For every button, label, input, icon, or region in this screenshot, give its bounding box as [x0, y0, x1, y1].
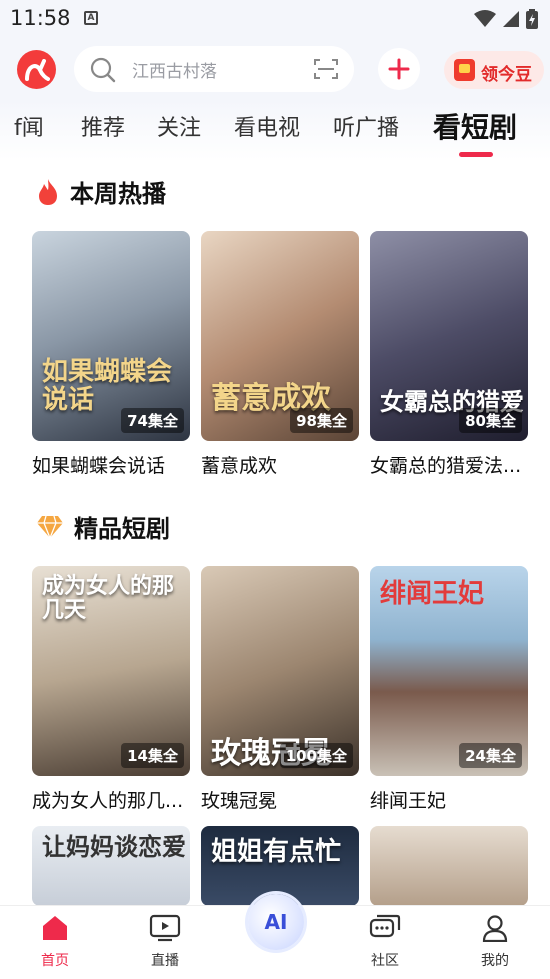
episode-count-badge: 74集全: [121, 408, 184, 433]
red-envelope-icon: [454, 59, 475, 81]
poster-title: 让妈妈谈恋爱: [42, 832, 186, 861]
fire-icon: [39, 178, 57, 205]
episode-count-badge: 14集全: [121, 743, 184, 768]
drama-poster[interactable]: 蓄意成欢 98集全: [201, 231, 359, 441]
drama-poster[interactable]: 让妈妈谈恋爱: [32, 826, 190, 906]
nav-label: 直播: [151, 953, 179, 969]
search-box[interactable]: 江西古村落: [74, 46, 354, 92]
claim-beans-button[interactable]: 领今豆: [444, 51, 544, 89]
scan-icon[interactable]: [314, 58, 338, 80]
nav-label: 社区: [371, 953, 399, 969]
section-header-premium: 精品短剧: [36, 509, 170, 544]
episode-count-badge: 80集全: [459, 408, 522, 433]
drama-card[interactable]: [370, 826, 528, 906]
drama-card[interactable]: 蓄意成欢 98集全 蓄意成欢: [201, 231, 359, 478]
nav-live[interactable]: 直播: [125, 914, 205, 970]
wifi-icon: [474, 10, 496, 27]
plus-icon: [388, 58, 410, 80]
section-header-hot: 本周热播: [36, 174, 166, 209]
drama-title: 女霸总的猎爱法...: [370, 455, 522, 477]
tab-following[interactable]: 关注: [157, 110, 201, 142]
nav-community[interactable]: 社区: [345, 914, 425, 970]
channel-tabs: f闻 推荐 关注 看电视 听广播 看短剧: [0, 100, 550, 160]
section-title: 本周热播: [70, 180, 166, 208]
status-time: 11:58: [10, 6, 71, 30]
signal-icon: [503, 11, 519, 27]
battery-icon: [526, 9, 538, 29]
drama-title: 成为女人的那几...: [32, 790, 184, 812]
section-title: 精品短剧: [74, 515, 170, 543]
poster-title: 如果蝴蝶会说话: [42, 356, 173, 416]
drama-card[interactable]: 女霸总的猎爱 80集全 女霸总的猎爱法...: [370, 231, 528, 478]
nav-profile[interactable]: 我的: [455, 914, 535, 970]
drama-title: 如果蝴蝶会说话: [32, 455, 166, 477]
top-bar: 江西古村落 领今豆: [0, 38, 550, 100]
bottom-nav: 首页 直播 AI 社区 我的: [0, 894, 550, 979]
add-button[interactable]: [378, 48, 420, 90]
drama-card[interactable]: 绯闻王妃 24集全 绯闻王妃: [370, 566, 528, 813]
poster-title: 姐姐有点忙: [211, 837, 342, 867]
search-icon: [90, 57, 116, 83]
tab-short-drama[interactable]: 看短剧: [433, 106, 517, 146]
diamond-icon: [37, 515, 63, 539]
tab-watch-tv[interactable]: 看电视: [234, 110, 300, 142]
poster-title: 绯闻王妃: [380, 579, 485, 609]
chat-bubbles-icon: [369, 914, 401, 938]
episode-count-badge: 98集全: [290, 408, 353, 433]
tv-play-icon: [149, 914, 181, 942]
ai-assistant-button[interactable]: AI: [248, 894, 304, 950]
logo-icon: [24, 58, 50, 81]
nav-label: 我的: [481, 953, 509, 969]
notification-icon: A: [84, 11, 98, 25]
home-icon: [43, 916, 67, 940]
tab-recommend[interactable]: 推荐: [81, 110, 125, 142]
drama-poster[interactable]: 绯闻王妃 24集全: [370, 566, 528, 776]
episode-count-badge: 24集全: [459, 743, 522, 768]
drama-card[interactable]: 成为女人的那几天 14集全 成为女人的那几...: [32, 566, 190, 813]
status-icons: [474, 9, 538, 29]
status-bar: 11:58 A: [0, 0, 550, 38]
drama-card[interactable]: 如果蝴蝶会说话 74集全 如果蝴蝶会说话: [32, 231, 190, 478]
drama-title: 蓄意成欢: [201, 455, 278, 477]
tab-radio[interactable]: 听广播: [333, 110, 399, 142]
nav-home[interactable]: 首页: [15, 914, 95, 970]
drama-poster[interactable]: [370, 826, 528, 906]
tab-news[interactable]: f闻: [14, 110, 44, 142]
tab-active-indicator: [459, 152, 493, 157]
app-logo[interactable]: [17, 50, 56, 89]
drama-poster[interactable]: 如果蝴蝶会说话 74集全: [32, 231, 190, 441]
episode-count-badge: 100集全: [279, 743, 353, 768]
drama-card[interactable]: 玫瑰冠冕 100集全 玫瑰冠冕: [201, 566, 359, 813]
drama-title: 玫瑰冠冕: [201, 790, 278, 812]
drama-card[interactable]: 让妈妈谈恋爱: [32, 826, 190, 906]
claim-beans-label: 领今豆: [481, 65, 532, 85]
drama-poster[interactable]: 玫瑰冠冕 100集全: [201, 566, 359, 776]
person-icon: [482, 915, 508, 943]
drama-title: 绯闻王妃: [370, 790, 447, 812]
search-input[interactable]: 江西古村落: [132, 57, 217, 82]
poster-title: 成为女人的那几天: [42, 573, 175, 624]
drama-poster[interactable]: 女霸总的猎爱 80集全: [370, 231, 528, 441]
drama-poster[interactable]: 成为女人的那几天 14集全: [32, 566, 190, 776]
nav-label: 首页: [41, 953, 69, 969]
